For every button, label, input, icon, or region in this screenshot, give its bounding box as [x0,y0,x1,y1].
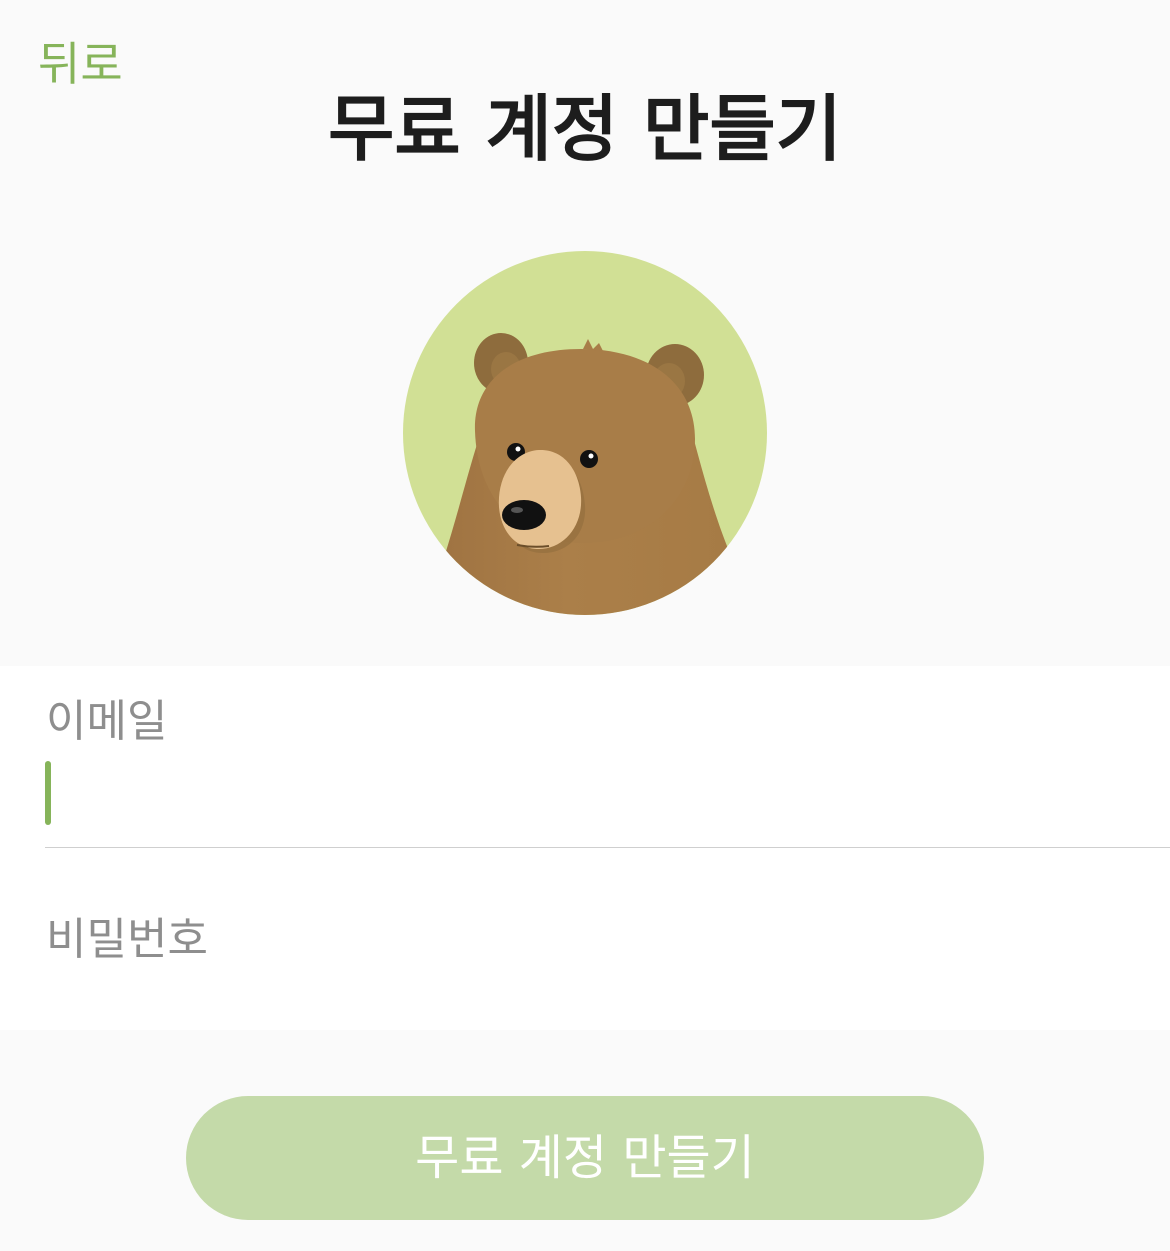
create-account-button[interactable]: 무료 계정 만들기 [186,1096,984,1220]
password-label: 비밀번호 [46,914,208,965]
bear-mascot-icon [403,251,767,615]
email-label: 이메일 [46,696,168,747]
text-cursor [45,761,51,825]
email-field[interactable] [46,758,1126,830]
page-title: 무료 계정 만들기 [328,87,842,171]
password-field[interactable] [46,976,1126,1026]
signup-form: 이메일 비밀번호 [0,666,1170,1030]
field-divider [45,847,1170,848]
